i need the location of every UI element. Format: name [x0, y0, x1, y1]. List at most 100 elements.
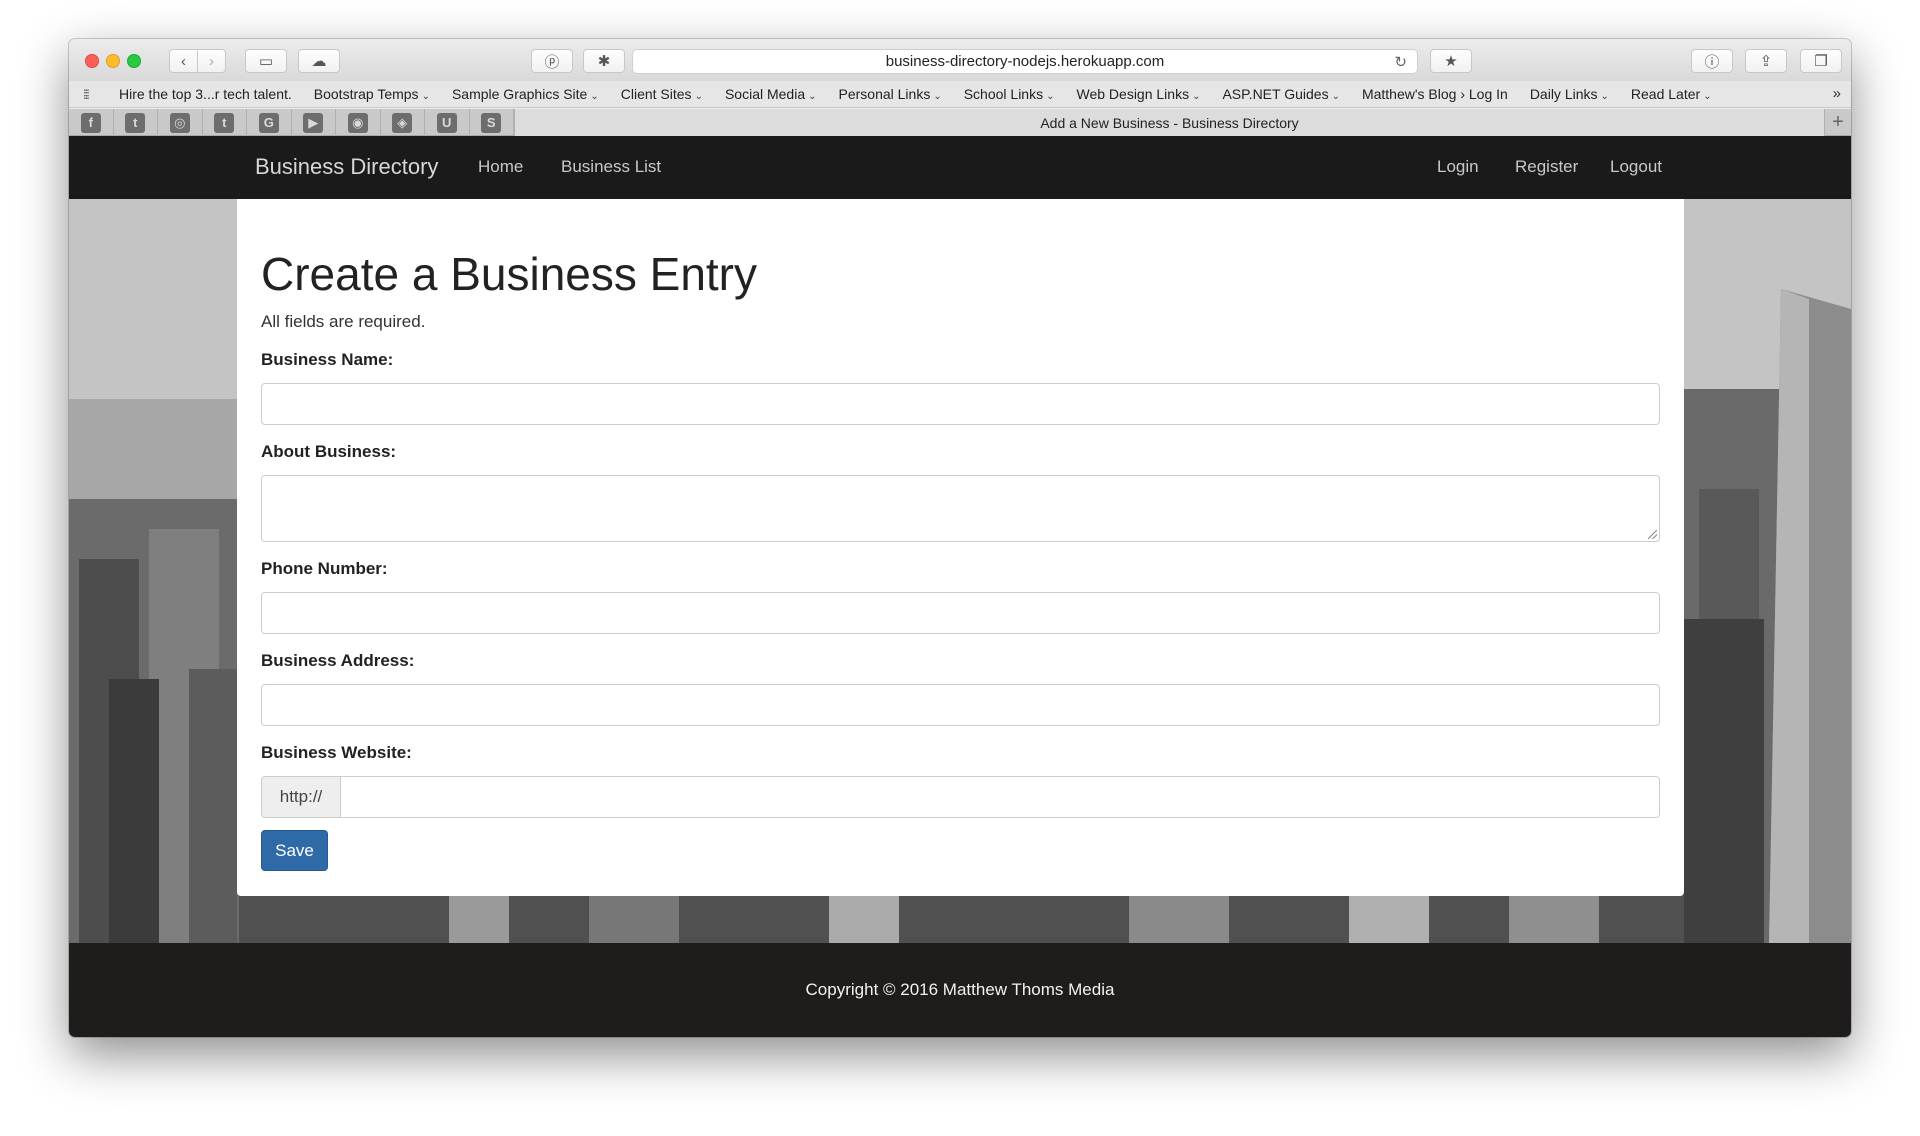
- about-business-label: About Business:: [261, 442, 397, 461]
- minimize-window-button[interactable]: [106, 54, 120, 68]
- reload-icon[interactable]: ↻: [1394, 53, 1407, 71]
- tabs-icon: ❐: [1814, 53, 1828, 70]
- zoom-window-button[interactable]: [127, 54, 141, 68]
- browser-window: ‹ › ▭ ☁ ⓟ ✱ business-directory-nodejs.he…: [69, 39, 1851, 1037]
- pinned-tab[interactable]: f: [69, 109, 114, 136]
- bookmark-label: Matthew's Blog › Log In: [1361, 86, 1508, 102]
- stackoverflow-icon: S: [481, 112, 502, 133]
- forward-button[interactable]: ›: [197, 49, 226, 73]
- close-window-button[interactable]: [85, 54, 99, 68]
- bookmark-item[interactable]: School Links ⌄: [964, 86, 1055, 102]
- pinterest-icon: ⓟ: [544, 53, 560, 71]
- more-bookmarks-icon[interactable]: »: [1833, 85, 1841, 102]
- business-address-label: Business Address:: [261, 651, 415, 670]
- icloud-tabs-button[interactable]: ☁: [298, 49, 340, 73]
- info-icon: ⓘ: [1704, 53, 1720, 71]
- bookmarks-bar: ⁞⁞⁞ Hire the top 3...r tech talent. Boots…: [69, 81, 1851, 108]
- bookmark-item[interactable]: Matthew's Blog › Log In: [1362, 86, 1508, 102]
- bookmark-label: Client Sites: [620, 86, 692, 102]
- bookmark-item[interactable]: Hire the top 3...r tech talent.: [119, 86, 292, 102]
- bookmark-item[interactable]: Web Design Links ⌄: [1077, 86, 1201, 102]
- pinned-tab[interactable]: ◎: [158, 109, 203, 136]
- copyright-text: Copyright © 2016 Matthew Thoms Media: [805, 980, 1115, 999]
- bookmark-item[interactable]: Personal Links ⌄: [839, 86, 942, 102]
- tabs-overview-button[interactable]: ❐: [1800, 49, 1842, 73]
- chevron-down-icon: ⌄: [590, 91, 599, 102]
- instagram-icon: ◎: [169, 112, 190, 133]
- pinned-tab[interactable]: ◉: [336, 109, 381, 136]
- google-icon: G: [258, 112, 279, 133]
- back-button[interactable]: ‹: [169, 49, 198, 73]
- tumblr-icon: t: [214, 112, 235, 133]
- nav-business-list-link[interactable]: Business List: [561, 157, 661, 177]
- pinned-tab[interactable]: ▶: [292, 109, 336, 136]
- site-navbar: Business Directory Home Business List Lo…: [69, 136, 1851, 199]
- pinned-tab[interactable]: S: [470, 109, 514, 136]
- chevron-down-icon: ⌄: [808, 91, 817, 102]
- codepen-icon: ◈: [392, 112, 413, 133]
- sidebar-button[interactable]: ▭: [245, 49, 287, 73]
- chevron-left-icon: ‹: [181, 52, 186, 70]
- extension-icon: ✱: [597, 53, 611, 70]
- bookmark-label: ASP.NET Guides: [1222, 86, 1329, 102]
- info-button[interactable]: ⓘ: [1691, 49, 1733, 73]
- bookmark-button[interactable]: ★: [1430, 49, 1472, 73]
- plus-icon: +: [1832, 111, 1844, 133]
- pinterest-button[interactable]: ⓟ: [531, 49, 573, 73]
- site-footer: Copyright © 2016 Matthew Thoms Media: [69, 943, 1851, 1037]
- extension-button[interactable]: ✱: [583, 49, 625, 73]
- bookmark-label: Sample Graphics Site: [451, 86, 588, 102]
- bookmark-label: Personal Links: [838, 86, 931, 102]
- bookmark-item[interactable]: Daily Links ⌄: [1530, 86, 1609, 102]
- pinned-tab[interactable]: U: [425, 109, 470, 136]
- phone-number-input[interactable]: [261, 592, 1660, 634]
- active-tab[interactable]: Add a New Business - Business Directory: [514, 109, 1824, 136]
- bookmark-label: School Links: [963, 86, 1044, 102]
- sidebar-icon: ▭: [258, 53, 274, 70]
- chevron-down-icon: ⌄: [1192, 91, 1201, 102]
- chevron-down-icon: ⌄: [1703, 91, 1712, 102]
- pinned-tab[interactable]: G: [247, 109, 292, 136]
- pinned-tab[interactable]: t: [203, 109, 247, 136]
- bookmark-label: Social Media: [724, 86, 806, 102]
- chevron-down-icon: ⌄: [1600, 91, 1609, 102]
- pinned-tab[interactable]: t: [114, 109, 158, 136]
- new-tab-button[interactable]: +: [1824, 109, 1851, 136]
- share-icon: ⇪: [1759, 53, 1773, 70]
- pinned-tabs: f t ◎ t G ▶ ◉ ◈ U S: [69, 109, 514, 136]
- bookmark-item[interactable]: ASP.NET Guides ⌄: [1222, 86, 1339, 102]
- nav-login-link[interactable]: Login: [1437, 157, 1479, 177]
- share-button[interactable]: ⇪: [1745, 49, 1787, 73]
- grid-icon[interactable]: ⁞⁞⁞: [83, 87, 103, 102]
- youtube-icon: ▶: [303, 112, 324, 133]
- chevron-down-icon: ⌄: [933, 91, 942, 102]
- tab-bar: f t ◎ t G ▶ ◉ ◈ U S Add a New Business - Business…: [69, 109, 1851, 136]
- star-icon: ★: [1444, 53, 1458, 70]
- save-button[interactable]: Save: [261, 830, 328, 871]
- nav-register-link[interactable]: Register: [1515, 157, 1578, 177]
- business-name-input[interactable]: [261, 383, 1660, 425]
- chevron-down-icon: ⌄: [694, 91, 703, 102]
- twitter-icon: t: [125, 112, 146, 133]
- address-bar[interactable]: business-directory-nodejs.herokuapp.com …: [632, 49, 1418, 74]
- facebook-icon: f: [80, 112, 101, 133]
- bookmark-item[interactable]: Bootstrap Temps ⌄: [314, 86, 430, 102]
- bookmark-item[interactable]: Sample Graphics Site ⌄: [452, 86, 599, 102]
- nav-logout-link[interactable]: Logout: [1610, 157, 1662, 177]
- website-prefix-addon: http://: [261, 776, 341, 818]
- nav-home-link[interactable]: Home: [478, 157, 523, 177]
- business-website-input[interactable]: [340, 776, 1660, 818]
- site-brand[interactable]: Business Directory: [255, 154, 438, 180]
- form-instructions: All fields are required.: [261, 312, 426, 331]
- resize-grip-icon[interactable]: [1648, 530, 1657, 539]
- bookmark-item[interactable]: Social Media ⌄: [725, 86, 817, 102]
- chevron-down-icon: ⌄: [1331, 91, 1340, 102]
- pinned-tab[interactable]: ◈: [381, 109, 425, 136]
- bookmark-item[interactable]: Client Sites ⌄: [621, 86, 703, 102]
- web-page: Business Directory Home Business List Lo…: [69, 136, 1851, 1037]
- about-business-textarea[interactable]: [261, 475, 1660, 542]
- create-business-form-panel: Create a Business Entry All fields are r…: [237, 199, 1684, 896]
- business-address-input[interactable]: [261, 684, 1660, 726]
- bookmark-item[interactable]: Read Later ⌄: [1631, 86, 1712, 102]
- chevron-down-icon: ⌄: [421, 91, 430, 102]
